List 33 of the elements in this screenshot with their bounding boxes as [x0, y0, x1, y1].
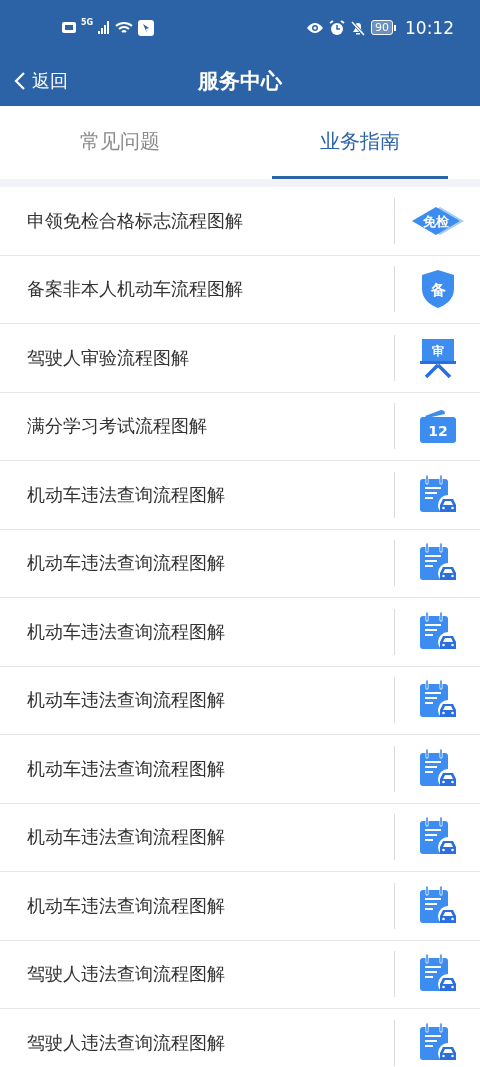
notepad-car-icon	[417, 885, 458, 926]
app-icon	[138, 19, 155, 36]
guide-item[interactable]: 满分学习考试流程图解 12	[0, 392, 480, 461]
clock: 10:12	[405, 17, 454, 38]
signal-icon	[98, 21, 111, 34]
bell-muted-icon	[350, 19, 366, 36]
guide-item[interactable]: 机动车违法查询流程图解	[0, 803, 480, 872]
back-icon	[14, 70, 26, 91]
guide-item[interactable]: 驾驶人审验流程图解 审	[0, 324, 480, 393]
tab[interactable]: 常见问题	[32, 106, 208, 179]
notepad-car-icon	[417, 1022, 458, 1063]
back-button[interactable]: 返回	[14, 68, 68, 93]
guide-item[interactable]: 机动车违法查询流程图解	[0, 872, 480, 941]
guide-item[interactable]: 驾驶人违法查询流程图解	[0, 1009, 480, 1067]
guide-item[interactable]: 申领免检合格标志流程图解 免检	[0, 187, 480, 256]
guide-item[interactable]: 机动车违法查询流程图解	[0, 735, 480, 804]
network-type: 5G	[81, 17, 94, 27]
page-title: 服务中心	[198, 68, 282, 93]
tab[interactable]: 业务指南	[272, 106, 448, 179]
alarm-icon	[329, 19, 345, 36]
guide-item[interactable]: 机动车违法查询流程图解	[0, 461, 480, 530]
notepad-car-icon	[417, 748, 458, 789]
guide-item[interactable]: 机动车违法查询流程图解	[0, 598, 480, 667]
shield-icon: 备	[419, 269, 456, 310]
notepad-car-icon	[417, 611, 458, 652]
guide-item[interactable]: 驾驶人违法查询流程图解	[0, 940, 480, 1009]
guide-item[interactable]: 机动车违法查询流程图解	[0, 529, 480, 598]
eye-icon	[306, 21, 324, 34]
guide-item[interactable]: 备案非本人机动车流程图解 备	[0, 255, 480, 324]
battery-icon: 90	[371, 20, 396, 35]
notepad-car-icon	[417, 474, 458, 515]
guide-item[interactable]: 机动车违法查询流程图解	[0, 666, 480, 735]
wifi-icon	[115, 20, 134, 35]
